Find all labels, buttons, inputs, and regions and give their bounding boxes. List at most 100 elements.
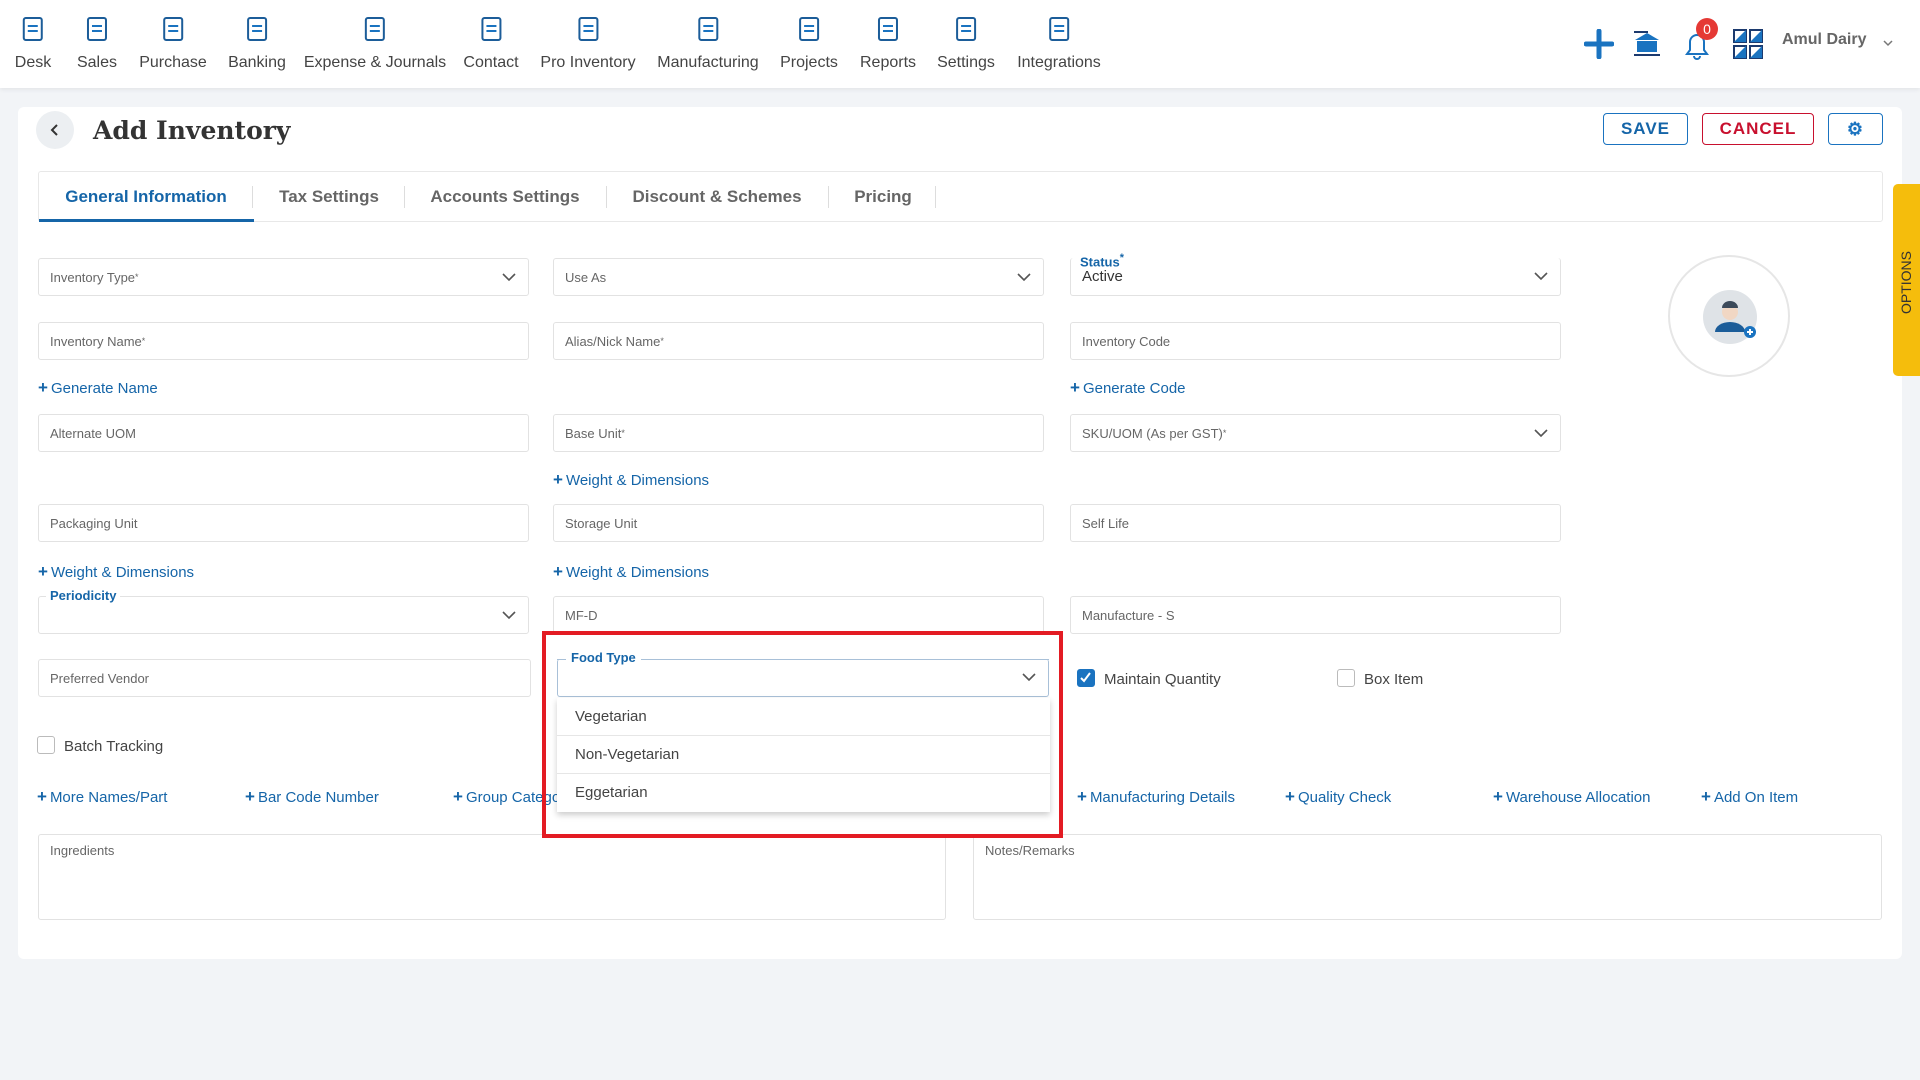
maintain-quantity-checkbox[interactable] bbox=[1077, 669, 1095, 687]
option-eggetarian[interactable]: Eggetarian bbox=[557, 774, 1050, 812]
nav-item-4[interactable]: Expense & Journals bbox=[304, 14, 446, 72]
batch-tracking-checkbox[interactable] bbox=[37, 736, 55, 754]
box-item-label: Box Item bbox=[1364, 671, 1424, 688]
plus-icon: + bbox=[1701, 787, 1711, 806]
chevron-down-icon[interactable] bbox=[1882, 38, 1894, 48]
food-type-label: Food Type bbox=[566, 650, 641, 665]
inventory-code-input[interactable]: Inventory Code bbox=[1070, 322, 1561, 360]
nav-icon bbox=[798, 17, 819, 41]
notes-textarea[interactable]: Notes/Remarks bbox=[973, 834, 1882, 920]
tab-bar: General Information Tax Settings Account… bbox=[38, 171, 1883, 222]
image-upload[interactable] bbox=[1668, 255, 1790, 377]
storage-unit-input[interactable]: Storage Unit bbox=[553, 504, 1044, 542]
options-label: OPTIONS bbox=[1898, 250, 1914, 314]
nav-label: Settings bbox=[937, 54, 995, 71]
manufacture-input[interactable]: Manufacture - S bbox=[1070, 596, 1561, 634]
status-label: Status* bbox=[1080, 252, 1124, 270]
plus-icon: + bbox=[245, 787, 255, 806]
plus-icon: + bbox=[1077, 787, 1087, 806]
inventory-name-input[interactable]: Inventory Name * bbox=[38, 322, 529, 360]
plus-icon: + bbox=[553, 562, 563, 581]
nav-label: Pro Inventory bbox=[540, 54, 636, 71]
cancel-button[interactable]: CANCEL bbox=[1702, 113, 1814, 145]
add-icon[interactable] bbox=[1584, 29, 1614, 59]
options-tab[interactable]: OPTIONS bbox=[1893, 184, 1920, 376]
food-type-dropdown: Vegetarian Non-Vegetarian Eggetarian bbox=[557, 698, 1050, 812]
nav-icon bbox=[246, 17, 267, 41]
plus-icon: + bbox=[38, 378, 48, 397]
tab-general-information[interactable]: General Information bbox=[65, 172, 227, 222]
alternate-uom-input[interactable]: Alternate UOM bbox=[38, 414, 529, 452]
tab-accounts-settings[interactable]: Accounts Settings bbox=[430, 172, 579, 222]
box-item-checkbox[interactable] bbox=[1337, 669, 1355, 687]
option-vegetarian[interactable]: Vegetarian bbox=[557, 698, 1050, 736]
weight-dimensions-link[interactable]: + Weight & Dimensions bbox=[553, 470, 709, 490]
manufacturing-details-link[interactable]: + Manufacturing Details bbox=[1077, 787, 1235, 807]
tab-tax-settings[interactable]: Tax Settings bbox=[279, 172, 379, 222]
weight-dimensions-link[interactable]: + Weight & Dimensions bbox=[38, 562, 194, 582]
nav-item-10[interactable]: Settings bbox=[937, 14, 995, 72]
plus-icon: + bbox=[1285, 787, 1295, 806]
nav-item-11[interactable]: Integrations bbox=[1017, 14, 1101, 72]
weight-dimensions-link[interactable]: + Weight & Dimensions bbox=[553, 562, 709, 582]
self-life-input[interactable]: Self Life bbox=[1070, 504, 1561, 542]
nav-item-8[interactable]: Projects bbox=[780, 14, 838, 72]
nav-label: Desk bbox=[14, 54, 52, 71]
nav-label: Contact bbox=[463, 54, 519, 71]
nav-icon bbox=[956, 17, 976, 41]
bar-code-link[interactable]: + Bar Code Number bbox=[245, 787, 379, 807]
tab-pricing[interactable]: Pricing bbox=[854, 172, 912, 222]
gear-icon: ⚙ bbox=[1846, 118, 1865, 139]
use-as-select[interactable]: Use As bbox=[553, 258, 1044, 296]
mfd-input[interactable]: MF-D bbox=[553, 596, 1044, 634]
chevron-left-icon bbox=[50, 124, 58, 136]
warehouse-allocation-link[interactable]: + Warehouse Allocation bbox=[1493, 787, 1650, 807]
nav-item-9[interactable]: Reports bbox=[860, 14, 916, 72]
notification-button[interactable]: 0 bbox=[1682, 18, 1718, 65]
sku-uom-select[interactable]: SKU/UOM (As per GST) * bbox=[1070, 414, 1561, 452]
apps-grid-icon[interactable] bbox=[1733, 29, 1763, 59]
page-title: Add Inventory bbox=[93, 116, 291, 145]
plus-icon: + bbox=[38, 562, 48, 581]
notification-badge: 0 bbox=[1696, 18, 1718, 40]
nav-icon bbox=[22, 17, 43, 41]
packaging-unit-input[interactable]: Packaging Unit bbox=[38, 504, 529, 542]
nav-item-2[interactable]: Purchase bbox=[139, 14, 207, 72]
plus-icon: + bbox=[453, 787, 463, 806]
nav-label: Projects bbox=[780, 54, 838, 71]
save-button[interactable]: SAVE bbox=[1603, 113, 1688, 145]
nav-icon bbox=[1048, 17, 1069, 41]
company-name[interactable]: Amul Dairy bbox=[1782, 31, 1866, 49]
nav-icon bbox=[578, 17, 598, 41]
nav-label: Sales bbox=[76, 54, 118, 71]
more-names-link[interactable]: + More Names/Part bbox=[37, 787, 167, 807]
quality-check-link[interactable]: + Quality Check bbox=[1285, 787, 1391, 807]
generate-code-link[interactable]: + Generate Code bbox=[1070, 378, 1186, 398]
nav-item-5[interactable]: Contact bbox=[463, 14, 519, 72]
add-on-item-link[interactable]: + Add On Item bbox=[1701, 787, 1798, 807]
preferred-vendor-input[interactable]: Preferred Vendor bbox=[38, 659, 531, 697]
batch-tracking-label: Batch Tracking bbox=[64, 738, 164, 755]
nav-icon bbox=[697, 17, 718, 41]
back-button[interactable] bbox=[36, 111, 74, 149]
chevron-down-icon bbox=[1022, 673, 1036, 682]
generate-name-link[interactable]: + Generate Name bbox=[38, 378, 158, 398]
option-non-vegetarian[interactable]: Non-Vegetarian bbox=[557, 736, 1050, 774]
status-value: Active bbox=[1082, 268, 1123, 285]
ingredients-textarea[interactable]: Ingredients bbox=[38, 834, 946, 920]
settings-button[interactable]: ⚙ bbox=[1828, 113, 1883, 145]
maintain-quantity-label: Maintain Quantity bbox=[1104, 671, 1221, 688]
nav-item-1[interactable]: Sales bbox=[77, 14, 117, 72]
tab-discount-schemes[interactable]: Discount & Schemes bbox=[632, 172, 801, 222]
group-category-link[interactable]: + Group Category bbox=[453, 787, 573, 807]
bank-transfer-icon[interactable] bbox=[1632, 28, 1662, 58]
status-select[interactable]: Active bbox=[1070, 258, 1561, 296]
nav-item-7[interactable]: Manufacturing bbox=[657, 14, 759, 72]
plus-icon: + bbox=[1493, 787, 1503, 806]
nav-item-0[interactable]: Desk bbox=[15, 14, 51, 72]
base-unit-input[interactable]: Base Unit * bbox=[553, 414, 1044, 452]
inventory-type-select[interactable]: Inventory Type * bbox=[38, 258, 529, 296]
alias-input[interactable]: Alias/Nick Name * bbox=[553, 322, 1044, 360]
nav-item-3[interactable]: Banking bbox=[228, 14, 286, 72]
nav-item-6[interactable]: Pro Inventory bbox=[540, 14, 636, 72]
